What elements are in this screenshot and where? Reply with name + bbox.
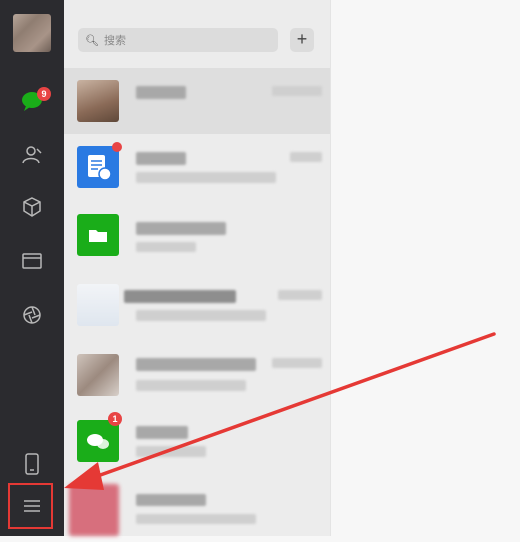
annotation-arrow (64, 332, 496, 490)
